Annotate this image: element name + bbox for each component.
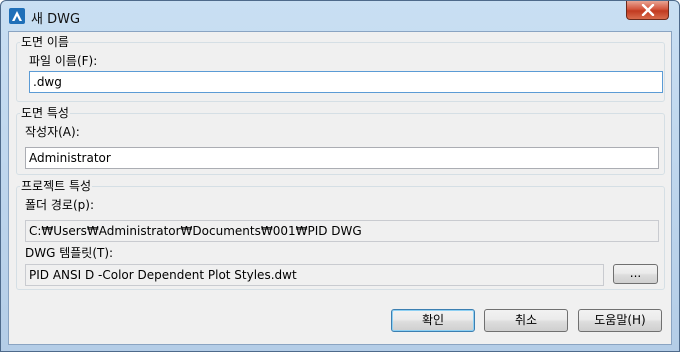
browse-template-button[interactable]: ... xyxy=(613,264,658,284)
file-name-label: 파일 이름(F): xyxy=(29,54,98,68)
dialog-body: 도면 이름 파일 이름(F): .dwg 도면 특성 작성자(A): Admin… xyxy=(8,31,672,345)
cancel-button[interactable]: 취소 xyxy=(484,309,568,332)
new-dwg-dialog: 새 DWG 도면 이름 파일 이름(F): .dwg 도면 특성 작성자(A):… xyxy=(0,0,680,352)
file-name-input[interactable]: .dwg xyxy=(29,71,663,93)
section-label-project-props: 프로젝트 특성 xyxy=(20,177,93,194)
close-icon xyxy=(641,4,655,16)
folder-path-input: C:₩Users₩Administrator₩Documents₩001₩PID… xyxy=(25,220,659,242)
author-input[interactable]: Administrator xyxy=(25,147,659,169)
ok-button[interactable]: 확인 xyxy=(391,309,475,332)
autocad-logo-icon xyxy=(9,8,25,24)
section-label-drawing-props: 도면 특성 xyxy=(20,104,70,121)
template-input: PID ANSI D -Color Dependent Plot Styles.… xyxy=(25,264,604,286)
template-label: DWG 템플릿(T): xyxy=(25,246,114,260)
help-button[interactable]: 도움말(H) xyxy=(578,309,662,332)
section-label-drawing-name: 도면 이름 xyxy=(20,33,70,50)
window-title: 새 DWG xyxy=(31,12,81,27)
folder-path-label: 폴더 경로(p): xyxy=(25,198,94,212)
close-button[interactable] xyxy=(626,1,669,20)
title-bar[interactable]: 새 DWG xyxy=(1,1,679,31)
author-label: 작성자(A): xyxy=(25,125,80,139)
